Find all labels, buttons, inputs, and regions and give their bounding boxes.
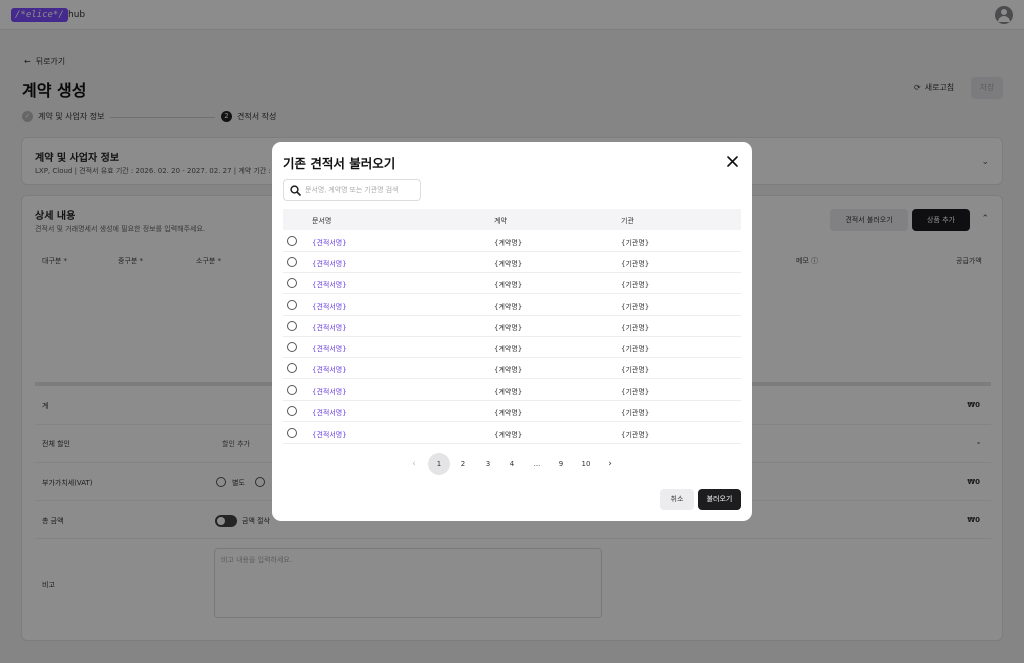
table-row[interactable]: {견적서명} {계약명} {기관명} xyxy=(283,252,741,273)
row-radio[interactable] xyxy=(287,385,297,395)
row-radio[interactable] xyxy=(287,300,297,310)
table-row[interactable]: {견적서명} {계약명} {기관명} xyxy=(283,423,741,444)
page-10[interactable]: 10 xyxy=(575,453,597,475)
row-radio[interactable] xyxy=(287,257,297,267)
doc-name[interactable]: {견적서명} xyxy=(312,387,347,397)
doc-name[interactable]: {견적서명} xyxy=(312,280,347,290)
table-row[interactable]: {견적서명} {계약명} {기관명} xyxy=(283,273,741,294)
org-name: {기관명} xyxy=(621,324,650,332)
row-radio[interactable] xyxy=(287,406,297,416)
org-name: {기관명} xyxy=(621,239,650,247)
table-row[interactable]: {견적서명} {계약명} {기관명} xyxy=(283,295,741,316)
table-row[interactable]: {견적서명} {계약명} {기관명} xyxy=(283,358,741,379)
doc-name[interactable]: {견적서명} xyxy=(312,430,347,440)
chevron-left-icon[interactable]: ‹ xyxy=(403,453,425,475)
table-row[interactable]: {견적서명} {계약명} {기관명} xyxy=(283,380,741,401)
row-radio[interactable] xyxy=(287,321,297,331)
chevron-right-icon[interactable]: › xyxy=(599,453,621,475)
contract-name: {계약명} xyxy=(494,260,523,268)
doc-name[interactable]: {견적서명} xyxy=(312,323,347,333)
org-name: {기관명} xyxy=(621,303,650,311)
contract-name: {계약명} xyxy=(494,345,523,353)
contract-name: {계약명} xyxy=(494,324,523,332)
org-name: {기관명} xyxy=(621,388,650,396)
page-ellipsis: ... xyxy=(533,460,541,468)
search-box xyxy=(283,179,421,201)
table-row[interactable]: {견적서명} {계약명} {기관명} xyxy=(283,401,741,422)
contract-name: {계약명} xyxy=(494,409,523,417)
row-radio[interactable] xyxy=(287,428,297,438)
row-radio[interactable] xyxy=(287,342,297,352)
close-icon[interactable] xyxy=(725,154,740,169)
org-name: {기관명} xyxy=(621,281,650,289)
org-name: {기관명} xyxy=(621,409,650,417)
page-1[interactable]: 1 xyxy=(428,453,450,475)
row-radio[interactable] xyxy=(287,363,297,373)
doc-name[interactable]: {견적서명} xyxy=(312,302,347,312)
import-quote-modal: 기존 견적서 불러오기 문서명 계약 기관 {견적서명} {계약명} {기관명}… xyxy=(272,142,752,521)
contract-name: {계약명} xyxy=(494,303,523,311)
cancel-button[interactable]: 취소 xyxy=(660,489,694,510)
table-row[interactable]: {견적서명} {계약명} {기관명} xyxy=(283,231,741,252)
org-name: {기관명} xyxy=(621,366,650,374)
table-row[interactable]: {견적서명} {계약명} {기관명} xyxy=(283,337,741,358)
pagination: ‹ 1 2 3 4 ... 9 10 › xyxy=(272,453,752,475)
header-doc: 문서명 xyxy=(312,217,332,225)
contract-name: {계약명} xyxy=(494,366,523,374)
row-radio[interactable] xyxy=(287,236,297,246)
search-input[interactable] xyxy=(305,180,417,200)
doc-name[interactable]: {견적서명} xyxy=(312,344,347,354)
table-header: 문서명 계약 기관 xyxy=(283,209,741,230)
modal-title: 기존 견적서 불러오기 xyxy=(283,156,396,171)
row-radio[interactable] xyxy=(287,278,297,288)
contract-name: {계약명} xyxy=(494,431,523,439)
doc-name[interactable]: {견적서명} xyxy=(312,238,347,248)
page-4[interactable]: 4 xyxy=(501,453,523,475)
doc-name[interactable]: {견적서명} xyxy=(312,259,347,269)
contract-name: {계약명} xyxy=(494,239,523,247)
page-9[interactable]: 9 xyxy=(550,453,572,475)
header-org: 기관 xyxy=(621,217,634,225)
org-name: {기관명} xyxy=(621,260,650,268)
doc-name[interactable]: {견적서명} xyxy=(312,365,347,375)
page-3[interactable]: 3 xyxy=(477,453,499,475)
org-name: {기관명} xyxy=(621,345,650,353)
org-name: {기관명} xyxy=(621,431,650,439)
contract-name: {계약명} xyxy=(494,281,523,289)
search-icon xyxy=(290,185,301,196)
table-row[interactable]: {견적서명} {계약명} {기관명} xyxy=(283,316,741,337)
page-2[interactable]: 2 xyxy=(452,453,474,475)
contract-name: {계약명} xyxy=(494,388,523,396)
doc-name[interactable]: {견적서명} xyxy=(312,408,347,418)
header-contract: 계약 xyxy=(494,217,507,225)
load-button[interactable]: 불러오기 xyxy=(698,489,741,510)
